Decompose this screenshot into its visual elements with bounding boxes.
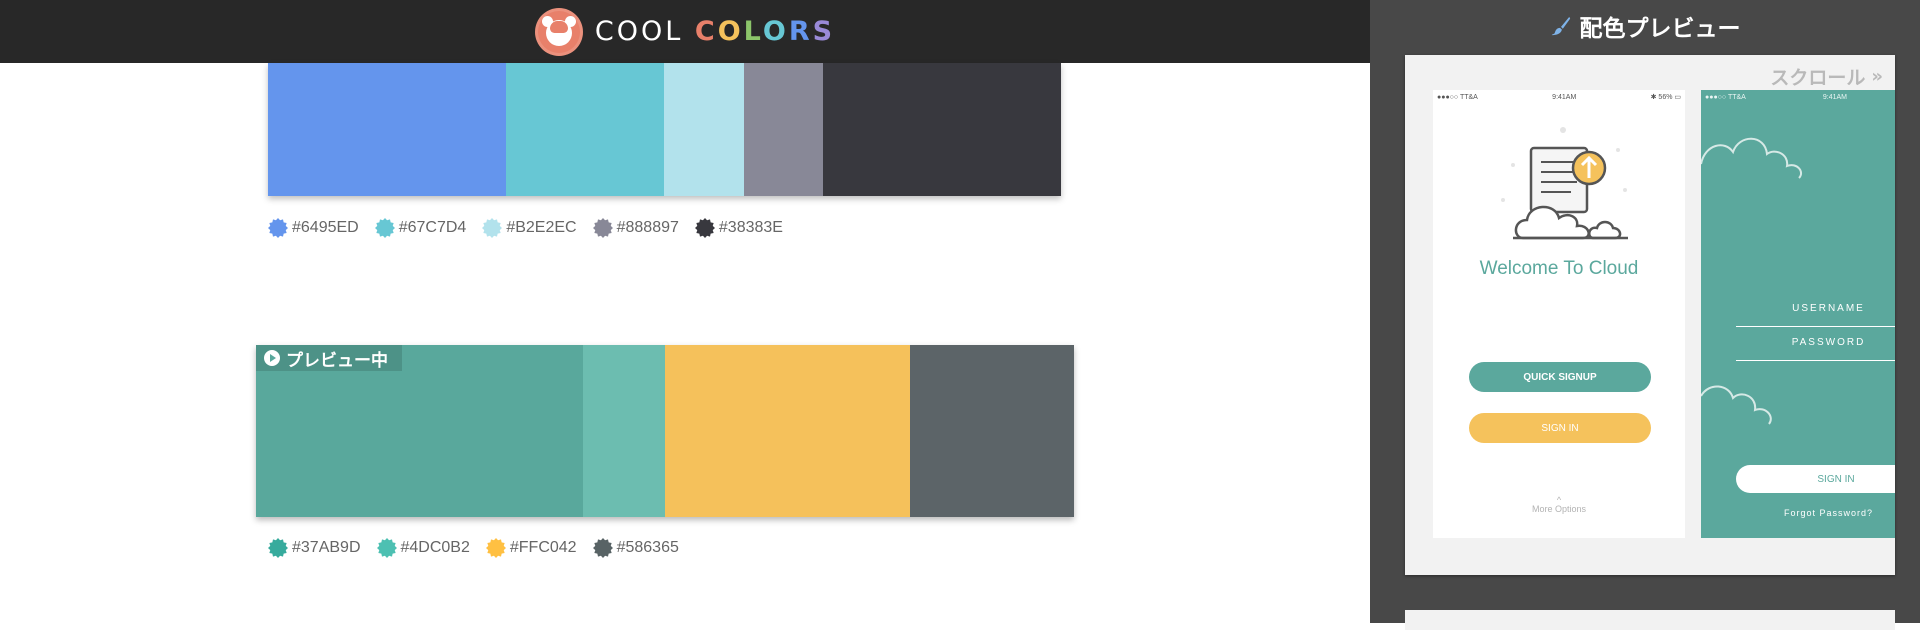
scroll-hint: スクロール »	[1770, 63, 1883, 90]
username-field[interactable]: USERNAME	[1736, 303, 1895, 314]
previewing-badge: プレビュー中	[256, 345, 402, 371]
logo-letter: L	[743, 16, 763, 47]
color-seal-icon	[482, 218, 503, 238]
color-seal-icon	[485, 538, 506, 558]
color-swatch[interactable]	[664, 345, 911, 517]
color-code[interactable]: #B2E2EC	[482, 218, 577, 238]
logo-letter: O	[762, 16, 789, 47]
color-swatch[interactable]	[664, 63, 744, 196]
color-code[interactable]: #67C7D4	[374, 218, 467, 238]
logo-letter: O	[717, 16, 744, 47]
palette-1-codes: #6495ED #67C7D4 #B2E2EC #888897 #38383E	[268, 218, 783, 238]
phone-mockup-login: ●●●○○ TT&A 9:41AM USERNAME PASSWORD SIGN…	[1701, 90, 1895, 538]
color-code-text: #586365	[616, 539, 679, 556]
color-code-text: #B2E2EC	[506, 219, 577, 236]
color-code[interactable]: #38383E	[694, 218, 783, 238]
color-swatch[interactable]	[743, 63, 824, 196]
color-code[interactable]: #4DC0B2	[376, 538, 470, 558]
color-seal-icon	[592, 218, 613, 238]
logo-letter: S	[812, 16, 836, 47]
logo-text-colors: COLORS	[695, 16, 835, 47]
more-options-text: More Options	[1531, 504, 1587, 514]
palette-2-codes: #37AB9D #4DC0B2 #FFC042 #586365	[268, 538, 679, 558]
caret-up-icon: ^	[1556, 495, 1562, 505]
color-code-text: #4DC0B2	[400, 539, 470, 556]
play-icon	[264, 350, 280, 366]
color-swatch[interactable]	[583, 345, 665, 517]
password-field[interactable]: PASSWORD	[1736, 337, 1895, 348]
preview-frame[interactable]: スクロール » ●●●○○ TT&A 9:41AM ✱ 56% ▭ Welcom…	[1405, 55, 1895, 575]
status-time: 9:41AM	[1552, 93, 1577, 101]
color-code-text: #888897	[616, 219, 679, 236]
status-time: 9:41AM	[1822, 93, 1847, 101]
phone-mockup-welcome: ●●●○○ TT&A 9:41AM ✱ 56% ▭ Welcome To Clo…	[1433, 90, 1685, 538]
color-preview-panel: 配色プレビュー スクロール » ●●●○○ TT&A 9:41AM ✱ 56% …	[1370, 0, 1920, 630]
sign-in-button[interactable]: SIGN IN	[1469, 413, 1651, 443]
battery-status: ✱ 56% ▭	[1650, 94, 1681, 101]
status-bar: ●●●○○ TT&A 9:41AM	[1701, 90, 1895, 104]
color-code[interactable]: #6495ED	[268, 218, 359, 238]
monkey-logo-icon	[534, 7, 583, 56]
color-code-text: #67C7D4	[398, 219, 467, 236]
color-code[interactable]: #FFC042	[485, 538, 577, 558]
color-seal-icon	[374, 218, 395, 238]
carrier-text: ●●●○○ TT&A	[1437, 93, 1478, 101]
quick-signup-button[interactable]: QUICK SIGNUP	[1469, 362, 1651, 392]
logo[interactable]: COOL COLORS	[534, 7, 835, 56]
color-seal-icon	[268, 538, 288, 558]
double-chevron-right-icon: »	[1871, 66, 1883, 87]
forgot-password-link[interactable]: Forgot Password?	[1736, 508, 1895, 518]
color-swatch[interactable]	[910, 345, 1074, 517]
paintbrush-icon	[1551, 16, 1570, 36]
logo-text-cool: COOL	[594, 16, 695, 47]
color-code-text: #FFC042	[509, 539, 577, 556]
color-swatch[interactable]	[823, 63, 1061, 196]
more-options-link[interactable]: ^ More Options	[1433, 495, 1685, 515]
palette-1[interactable]	[268, 63, 1061, 196]
panel-title: 配色プレビュー	[1370, 0, 1920, 52]
color-seal-icon	[592, 538, 613, 558]
login-sign-in-button[interactable]: SIGN IN	[1736, 465, 1895, 493]
username-underline	[1736, 326, 1895, 327]
color-seal-icon	[268, 218, 288, 238]
scroll-hint-text: スクロール	[1770, 67, 1866, 89]
color-code-text: #38383E	[718, 219, 783, 236]
top-bar: COOL COLORS	[0, 0, 1370, 63]
color-swatch[interactable]	[505, 63, 665, 196]
color-code-text: #6495ED	[292, 219, 359, 236]
welcome-heading: Welcome To Cloud	[1479, 258, 1639, 279]
color-code[interactable]: #37AB9D	[268, 538, 361, 558]
color-seal-icon	[376, 538, 397, 558]
color-code-text: #37AB9D	[292, 539, 361, 556]
color-swatch[interactable]	[268, 63, 506, 196]
logo-letter: R	[788, 16, 813, 47]
logo-text: COOL COLORS	[595, 16, 835, 47]
color-code[interactable]: #888897	[592, 218, 679, 238]
cloud-upload-illustration	[1501, 127, 1628, 240]
password-underline	[1736, 360, 1895, 361]
logo-letter: C	[694, 16, 718, 47]
status-bar: ●●●○○ TT&A 9:41AM ✱ 56% ▭	[1433, 90, 1685, 104]
next-preview-card	[1405, 610, 1895, 630]
previewing-label: プレビュー中	[286, 350, 388, 371]
battery-percent: 56%	[1658, 94, 1673, 101]
color-code[interactable]: #586365	[592, 538, 679, 558]
color-seal-icon	[694, 218, 715, 238]
carrier-text: ●●●○○ TT&A	[1705, 93, 1746, 101]
panel-title-text: 配色プレビュー	[1579, 16, 1741, 42]
